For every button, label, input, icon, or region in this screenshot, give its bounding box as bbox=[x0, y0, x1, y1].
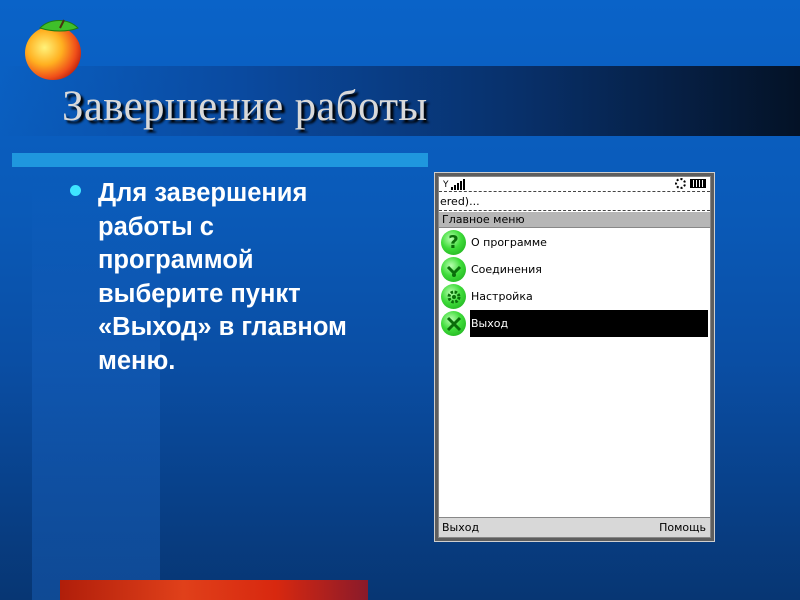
title-underline bbox=[12, 153, 428, 167]
connections-icon bbox=[441, 257, 466, 282]
bullet-text: Для завершения работы с программой выбер… bbox=[98, 179, 347, 375]
bullet-dot bbox=[70, 185, 81, 196]
help-question-icon: ? bbox=[441, 230, 466, 255]
menu-header: Главное меню bbox=[439, 212, 710, 228]
menu-item-connections[interactable]: Соединения bbox=[439, 256, 710, 283]
menu-item-exit[interactable]: Выход bbox=[439, 310, 710, 337]
fruit-logo-icon bbox=[25, 19, 81, 80]
bottom-accent-bar bbox=[60, 580, 368, 600]
exit-x-icon bbox=[441, 311, 466, 336]
menu-item-label: Соединения bbox=[471, 263, 542, 276]
soft-key-bar: Выход Помощь bbox=[439, 517, 710, 537]
gear-icon bbox=[675, 178, 686, 189]
phone-screenshot: Y ered)... Главное меню ? О программе Со… bbox=[434, 172, 715, 542]
signal-strength-icon: Y bbox=[443, 179, 465, 190]
main-menu-list: ? О программе Соединения Настройка Выход bbox=[439, 229, 710, 337]
menu-item-label: Настройка bbox=[471, 290, 533, 303]
exit-soft-key[interactable]: Выход bbox=[442, 518, 479, 538]
menu-item-label: О программе bbox=[471, 236, 547, 249]
battery-icon bbox=[690, 179, 706, 188]
slide-title: Завершение работы bbox=[62, 83, 428, 130]
help-soft-key[interactable]: Помощь bbox=[659, 518, 706, 538]
menu-item-label: Выход bbox=[470, 310, 708, 337]
phone-screen: Y ered)... Главное меню ? О программе Со… bbox=[438, 176, 711, 538]
connection-status: ered)... bbox=[439, 193, 710, 211]
settings-gear-icon bbox=[441, 284, 466, 309]
menu-item-settings[interactable]: Настройка bbox=[439, 283, 710, 310]
phone-status-bar: Y bbox=[439, 177, 710, 192]
menu-item-about[interactable]: ? О программе bbox=[439, 229, 710, 256]
